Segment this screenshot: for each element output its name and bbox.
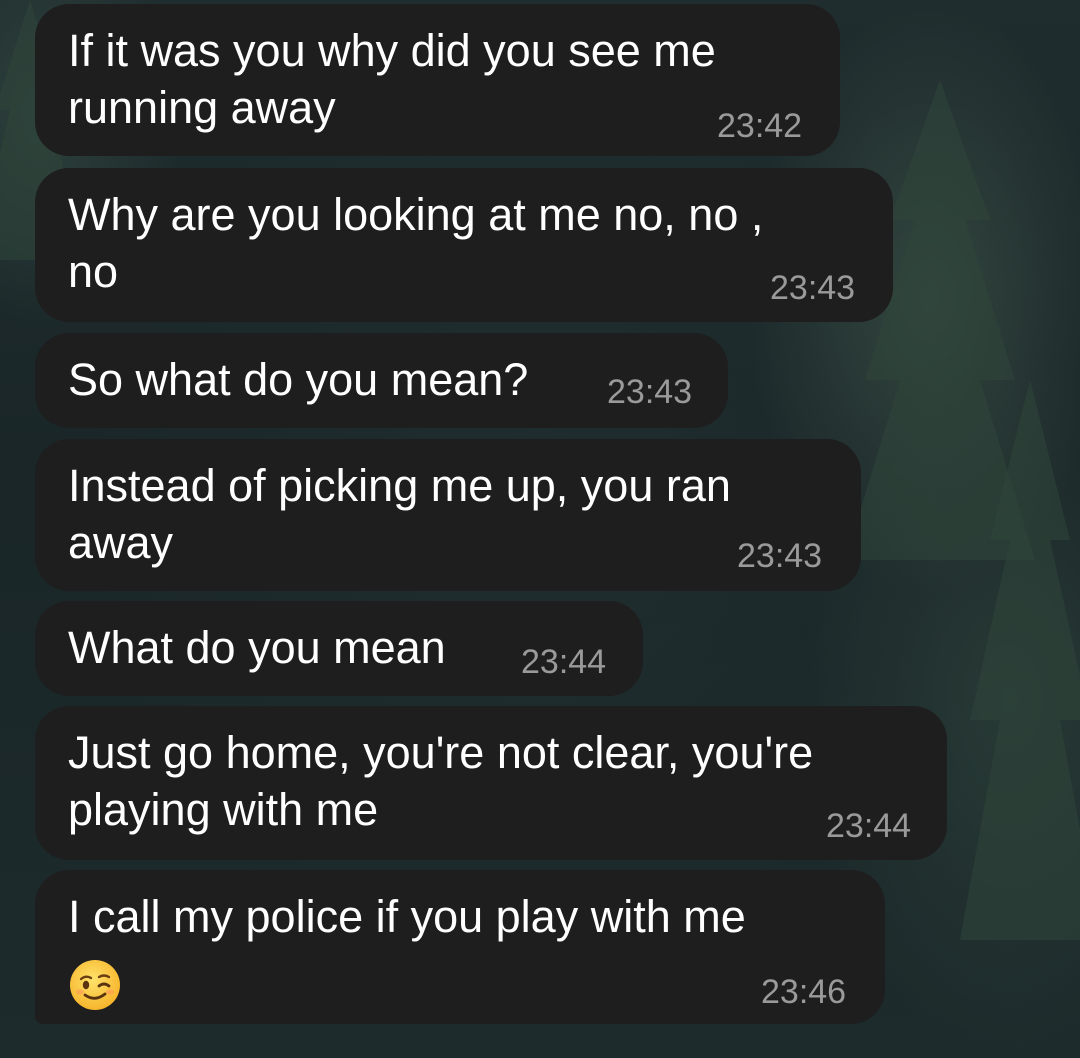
- message-bubble[interactable]: What do you mean 23:44: [35, 601, 643, 696]
- message-timestamp: 23:43: [737, 537, 823, 575]
- message-bubble[interactable]: Why are you looking at me no, no , no 23…: [35, 168, 893, 322]
- message-text: So what do you mean?: [68, 354, 529, 405]
- message-text: What do you mean: [68, 622, 446, 673]
- message-text: Instead of picking me up, you ran away: [68, 460, 731, 568]
- winking-face-emoji: [70, 960, 120, 1010]
- message-timestamp: 23:44: [521, 643, 607, 681]
- message-bubble[interactable]: If it was you why did you see me running…: [35, 4, 840, 156]
- message-text: Just go home, you're not clear, you're p…: [68, 727, 814, 835]
- message-timestamp: 23:42: [717, 107, 803, 145]
- message-bubble[interactable]: Instead of picking me up, you ran away 2…: [35, 439, 861, 591]
- message-text: If it was you why did you see me running…: [68, 25, 716, 133]
- message-bubble[interactable]: I call my police if you play with me 23:…: [35, 870, 885, 1024]
- message-timestamp: 23:43: [770, 269, 856, 307]
- message-text: Why are you looking at me no, no , no: [68, 189, 764, 297]
- message-bubble[interactable]: So what do you mean? 23:43: [35, 333, 728, 428]
- message-timestamp: 23:44: [826, 807, 912, 845]
- message-timestamp: 23:46: [761, 973, 847, 1011]
- message-text: I call my police if you play with me: [68, 891, 746, 942]
- message-bubble[interactable]: Just go home, you're not clear, you're p…: [35, 706, 947, 860]
- message-timestamp: 23:43: [607, 373, 693, 411]
- wallpaper-tree-far-right: [960, 380, 1080, 940]
